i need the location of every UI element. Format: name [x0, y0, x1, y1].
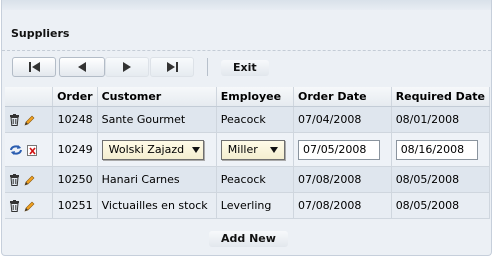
column-header-required-date[interactable]: Required Date: [391, 87, 491, 107]
panel-top-bar: [2, 0, 491, 10]
header-divider: [2, 50, 491, 51]
required-date-input[interactable]: [395, 139, 478, 160]
order-cell: 10251: [52, 192, 98, 219]
pencil-icon[interactable]: [24, 114, 35, 126]
chevron-down-icon: [269, 146, 278, 153]
customer-cell: Sante Gourmet: [97, 106, 217, 133]
first-page-button[interactable]: [12, 57, 56, 77]
required-date-cell: 08/05/2008: [391, 166, 491, 193]
suppliers-panel: Suppliers Exit Order Customer Employee O…: [1, 0, 492, 256]
employee-select[interactable]: Miller: [220, 139, 285, 160]
customer-select[interactable]: Wolski Zajazd: [101, 139, 204, 160]
add-new-button[interactable]: Add New: [209, 231, 288, 247]
next-page-button[interactable]: [105, 57, 149, 77]
employee-cell: Leverling: [216, 192, 294, 219]
column-header-employee[interactable]: Employee: [216, 87, 294, 107]
save-update-icon[interactable]: [9, 144, 23, 156]
previous-page-icon: [78, 62, 86, 72]
row-actions: [5, 106, 54, 133]
orders-table: Order Customer Employee Order Date Requi…: [5, 87, 491, 219]
next-page-icon: [123, 62, 131, 72]
employee-select-value: Miller: [227, 143, 258, 156]
row-actions: [5, 192, 54, 219]
table-row: 10248 Sante Gourmet Peacock 07/04/2008 0…: [5, 106, 491, 133]
customer-cell: Wolski Zajazd: [97, 132, 217, 167]
pencil-icon[interactable]: [24, 174, 35, 186]
pencil-icon[interactable]: [24, 200, 35, 212]
previous-page-button[interactable]: [59, 57, 105, 77]
last-page-icon: [166, 62, 178, 72]
row-actions: [5, 166, 54, 193]
employee-cell: Peacock: [216, 106, 294, 133]
column-header-order[interactable]: Order: [52, 87, 98, 107]
order-cell: 10250: [52, 166, 98, 193]
column-header-actions: [5, 87, 54, 107]
table-row: 10250 Hanari Carnes Peacock 07/08/2008 0…: [5, 166, 491, 193]
required-date-cell: 08/01/2008: [391, 106, 491, 133]
order-cell: 10249: [52, 132, 98, 167]
order-cell: 10248: [52, 106, 98, 133]
chevron-down-icon: [192, 146, 201, 153]
order-date-input[interactable]: [297, 139, 380, 160]
row-actions: [5, 132, 54, 167]
trash-icon[interactable]: [9, 199, 20, 212]
page-title: Suppliers: [11, 27, 70, 40]
first-page-icon: [28, 62, 40, 72]
last-page-button[interactable]: [150, 57, 194, 77]
employee-cell: Miller: [216, 132, 294, 167]
required-date-cell: 08/05/2008: [391, 192, 491, 219]
order-date-cell: 07/08/2008: [293, 192, 392, 219]
trash-icon[interactable]: [9, 113, 20, 126]
customer-cell: Hanari Carnes: [97, 166, 217, 193]
table-row-editing: 10249 Wolski Zajazd Miller: [5, 132, 491, 167]
column-header-customer[interactable]: Customer: [97, 87, 217, 107]
table-row: 10251 Victuailles en stock Leverling 07/…: [5, 192, 491, 219]
cancel-edit-icon[interactable]: [27, 144, 38, 156]
employee-cell: Peacock: [216, 166, 294, 193]
toolbar-separator: [207, 58, 208, 76]
order-date-cell: 07/04/2008: [293, 106, 392, 133]
customer-select-value: Wolski Zajazd: [108, 143, 185, 156]
trash-icon[interactable]: [9, 173, 20, 186]
order-date-cell: [293, 132, 392, 167]
column-header-order-date[interactable]: Order Date: [293, 87, 392, 107]
required-date-cell: [391, 132, 491, 167]
exit-button[interactable]: Exit: [221, 60, 269, 76]
order-date-cell: 07/08/2008: [293, 166, 392, 193]
customer-cell: Victuailles en stock: [97, 192, 217, 219]
